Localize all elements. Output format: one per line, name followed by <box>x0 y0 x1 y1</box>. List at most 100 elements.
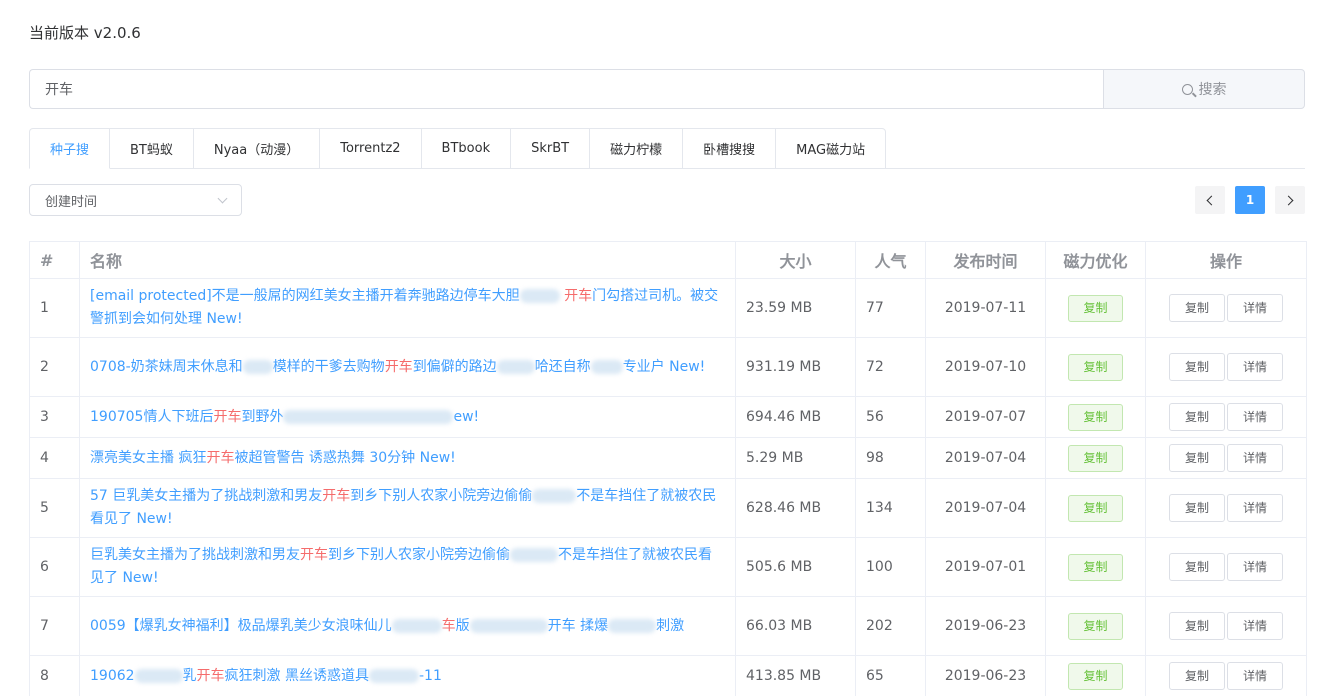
magnet-copy-tag[interactable]: 复制 <box>1068 353 1123 381</box>
table-row: 1 [email protected]不是一般屌的网红美女主播开着奔驰路边停车大… <box>29 278 1307 338</box>
row-index: 1 <box>29 278 80 338</box>
table-row: 2 0708-奶茶妹周末休息和 模样的干爹去购物开车到偏僻的路边 哈还自称 专业户 N… <box>29 337 1307 397</box>
prev-page-button[interactable] <box>1195 186 1225 214</box>
copy-button[interactable]: 复制 <box>1169 444 1225 472</box>
next-page-button[interactable] <box>1275 186 1305 214</box>
version-label: 当前版本 v2.0.6 <box>29 24 141 42</box>
row-magnet-cell: 复制 <box>1045 537 1146 597</box>
col-date: 发布时间 <box>925 241 1046 279</box>
magnet-copy-tag[interactable]: 复制 <box>1068 444 1123 472</box>
row-index: 3 <box>29 396 80 438</box>
tab-btmayi[interactable]: BT蚂蚁 <box>110 128 194 169</box>
row-popularity: 98 <box>855 437 926 479</box>
row-index: 6 <box>29 537 80 597</box>
row-actions: 复制 详情 <box>1145 396 1307 438</box>
sort-select[interactable]: 创建时间 <box>29 184 242 216</box>
detail-button[interactable]: 详情 <box>1227 612 1283 640</box>
search-button-label: 搜索 <box>1198 82 1227 98</box>
pagination: 1 <box>1195 186 1305 214</box>
row-actions: 复制 详情 <box>1145 278 1307 338</box>
detail-button[interactable]: 详情 <box>1227 353 1283 381</box>
detail-button[interactable]: 详情 <box>1227 403 1283 431</box>
row-magnet-cell: 复制 <box>1045 655 1146 696</box>
row-magnet-cell: 复制 <box>1045 478 1146 538</box>
detail-button[interactable]: 详情 <box>1227 662 1283 690</box>
copy-button[interactable]: 复制 <box>1169 494 1225 522</box>
row-size: 628.46 MB <box>735 478 856 538</box>
row-name-link[interactable]: 190705情人下班后开车到野外 ew! <box>79 396 736 438</box>
source-tabs: 种子搜 BT蚂蚁 Nyaa（动漫） Torrentz2 BTbook SkrBT… <box>29 128 887 169</box>
row-name-link[interactable]: 0059【爆乳女神福利】极品爆乳美少女浪味仙儿 车版 开车 揉爆 刺激 <box>79 596 736 656</box>
row-name-link[interactable]: 57 巨乳美女主播为了挑战刺激和男友开车到乡下别人农家小院旁边偷偷 不是车挡住了就… <box>79 478 736 538</box>
row-date: 2019-07-11 <box>925 278 1046 338</box>
table-header: # 名称 大小 人气 发布时间 磁力优化 操作 <box>29 241 1307 279</box>
tab-zhongzisou[interactable]: 种子搜 <box>29 128 111 169</box>
copy-button[interactable]: 复制 <box>1169 353 1225 381</box>
magnet-copy-tag[interactable]: 复制 <box>1068 294 1123 322</box>
row-actions: 复制 详情 <box>1145 478 1307 538</box>
row-actions: 复制 详情 <box>1145 537 1307 597</box>
tab-skrbt[interactable]: SkrBT <box>511 128 591 169</box>
row-date: 2019-07-07 <box>925 396 1046 438</box>
tab-wocaosousou[interactable]: 卧槽搜搜 <box>683 128 777 169</box>
magnet-copy-tag[interactable]: 复制 <box>1068 612 1123 640</box>
tab-cilining[interactable]: 磁力柠檬 <box>590 128 684 169</box>
row-size: 66.03 MB <box>735 596 856 656</box>
row-name-link[interactable]: 19062 乳开车疯狂刺激 黑丝诱惑道具 -11 <box>79 655 736 696</box>
tab-btbook[interactable]: BTbook <box>421 128 512 169</box>
tab-torrentz2[interactable]: Torrentz2 <box>320 128 422 169</box>
row-name-link[interactable]: 漂亮美女主播 疯狂开车被超管警告 诱惑热舞 30分钟 New! <box>79 437 736 479</box>
row-popularity: 77 <box>855 278 926 338</box>
tab-mag[interactable]: MAG磁力站 <box>776 128 887 169</box>
copy-button[interactable]: 复制 <box>1169 403 1225 431</box>
row-actions: 复制 详情 <box>1145 655 1307 696</box>
row-name-link[interactable]: 0708-奶茶妹周末休息和 模样的干爹去购物开车到偏僻的路边 哈还自称 专业户 New… <box>79 337 736 397</box>
col-actions: 操作 <box>1145 241 1307 279</box>
page-number[interactable]: 1 <box>1235 186 1265 214</box>
magnet-copy-tag[interactable]: 复制 <box>1068 403 1123 431</box>
row-date: 2019-06-23 <box>925 596 1046 656</box>
copy-button[interactable]: 复制 <box>1169 612 1225 640</box>
row-date: 2019-07-04 <box>925 437 1046 479</box>
search-input[interactable] <box>29 69 1103 109</box>
row-popularity: 100 <box>855 537 926 597</box>
row-popularity: 72 <box>855 337 926 397</box>
row-size: 5.29 MB <box>735 437 856 479</box>
detail-button[interactable]: 详情 <box>1227 553 1283 581</box>
magnet-copy-tag[interactable]: 复制 <box>1068 662 1123 690</box>
copy-button[interactable]: 复制 <box>1169 294 1225 322</box>
chevron-down-icon <box>217 193 228 203</box>
chevron-right-icon <box>1283 195 1294 205</box>
row-popularity: 202 <box>855 596 926 656</box>
row-size: 694.46 MB <box>735 396 856 438</box>
row-index: 5 <box>29 478 80 538</box>
sort-select-value: 创建时间 <box>45 194 98 210</box>
magnet-copy-tag[interactable]: 复制 <box>1068 494 1123 522</box>
results-table: # 名称 大小 人气 发布时间 磁力优化 操作 1 [email protect… <box>29 241 1307 696</box>
table-row: 5 57 巨乳美女主播为了挑战刺激和男友开车到乡下别人农家小院旁边偷偷 不是车挡住… <box>29 478 1307 538</box>
row-index: 7 <box>29 596 80 656</box>
copy-button[interactable]: 复制 <box>1169 553 1225 581</box>
magnet-copy-tag[interactable]: 复制 <box>1068 553 1123 581</box>
chevron-left-icon <box>1206 195 1217 205</box>
detail-button[interactable]: 详情 <box>1227 494 1283 522</box>
row-index: 8 <box>29 655 80 696</box>
row-size: 931.19 MB <box>735 337 856 397</box>
detail-button[interactable]: 详情 <box>1227 294 1283 322</box>
row-actions: 复制 详情 <box>1145 337 1307 397</box>
row-popularity: 65 <box>855 655 926 696</box>
col-popularity: 人气 <box>855 241 926 279</box>
row-name-link[interactable]: 巨乳美女主播为了挑战刺激和男友开车到乡下别人农家小院旁边偷偷 不是车挡住了就被农民… <box>79 537 736 597</box>
detail-button[interactable]: 详情 <box>1227 444 1283 472</box>
table-row: 6 巨乳美女主播为了挑战刺激和男友开车到乡下别人农家小院旁边偷偷 不是车挡住了就被… <box>29 537 1307 597</box>
row-magnet-cell: 复制 <box>1045 396 1146 438</box>
search-button[interactable]: 搜索 <box>1103 69 1305 109</box>
row-name-link[interactable]: [email protected]不是一般屌的网红美女主播开着奔驰路边停车大胆 … <box>79 278 736 338</box>
row-magnet-cell: 复制 <box>1045 278 1146 338</box>
copy-button[interactable]: 复制 <box>1169 662 1225 690</box>
row-actions: 复制 详情 <box>1145 596 1307 656</box>
row-size: 505.6 MB <box>735 537 856 597</box>
table-row: 7 0059【爆乳女神福利】极品爆乳美少女浪味仙儿 车版 开车 揉爆 刺激 66.03… <box>29 596 1307 656</box>
tab-nyaa[interactable]: Nyaa（动漫） <box>193 128 321 169</box>
row-index: 4 <box>29 437 80 479</box>
